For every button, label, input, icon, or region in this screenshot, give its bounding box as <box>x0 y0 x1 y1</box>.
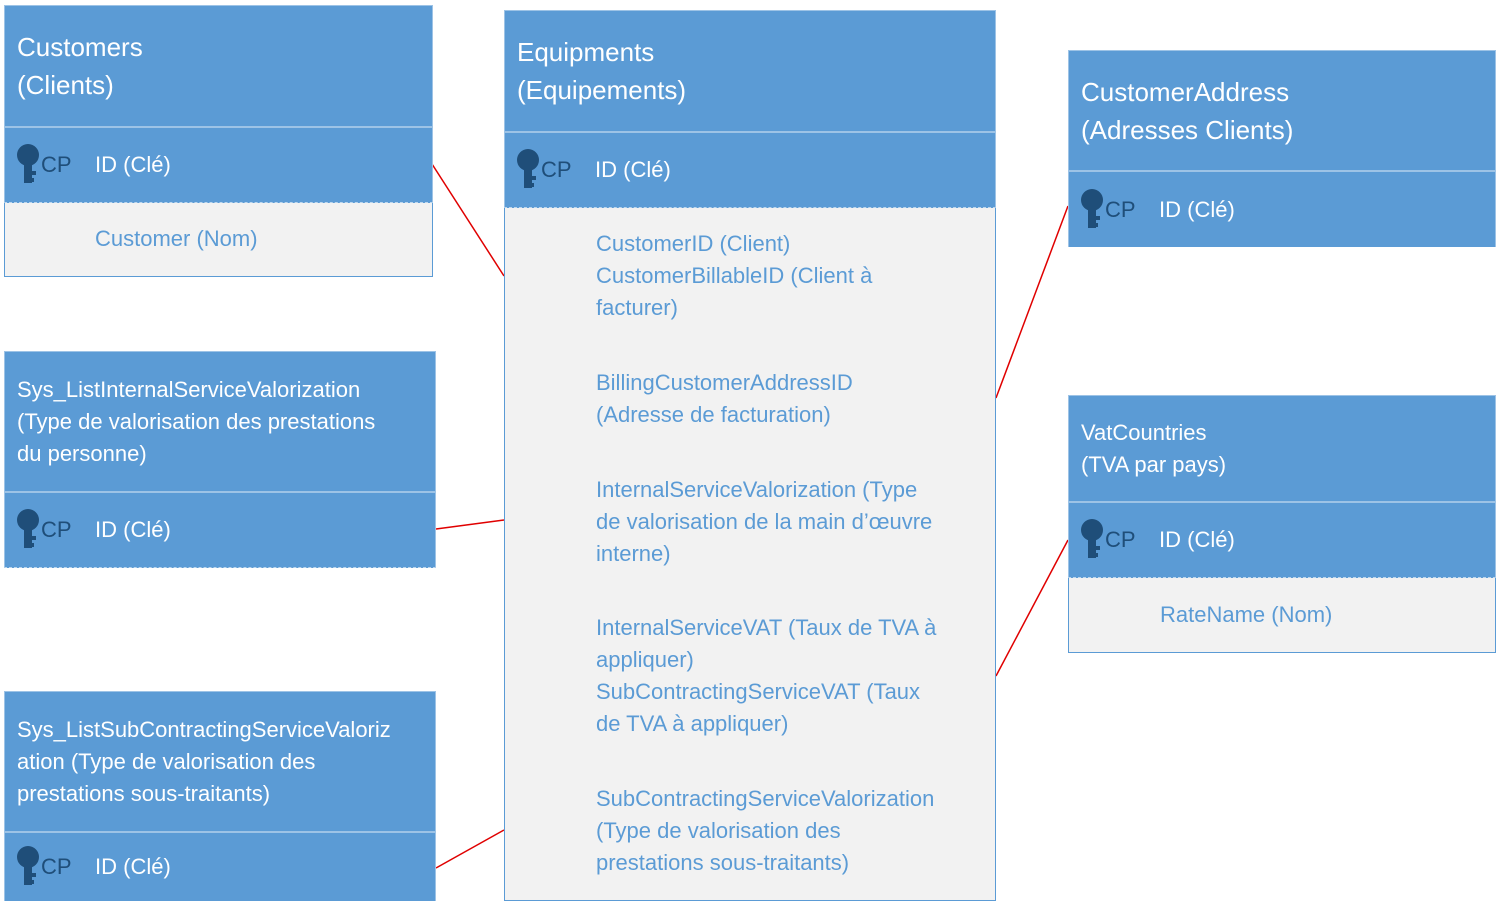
entity-fields: Customer (Nom) <box>4 203 433 277</box>
link-equipments-vatcountries <box>995 539 1069 677</box>
link-internal-valorization-equipments <box>435 519 505 530</box>
entity-subcontracting-valorization: Sys_ListSubContractingServiceValoriz ati… <box>4 691 436 901</box>
primary-key-row: CP ID (Clé) <box>1068 502 1496 578</box>
primary-key-label: ID (Clé) <box>95 152 171 177</box>
primary-key-label: ID (Clé) <box>595 157 671 182</box>
link-customers-equipments <box>431 163 505 277</box>
primary-key-label: ID (Clé) <box>1159 196 1235 222</box>
entity-customer-address: CustomerAddress (Adresses Clients) CP ID… <box>1068 50 1496 247</box>
field-vat-rates: InternalServiceVAT (Taux de TVA à appliq… <box>596 615 937 736</box>
entity-subtitle: (TVA par pays) <box>1081 451 1227 477</box>
primary-key-row: CP ID (Clé) <box>1068 171 1496 247</box>
primary-key-row: CP ID (Clé) <box>4 127 433 203</box>
entity-subtitle: (Equipements) <box>517 75 687 105</box>
primary-key-label: ID (Clé) <box>95 517 171 542</box>
link-subcontracting-valorization-equipments <box>435 829 505 869</box>
field-billing-address: BillingCustomerAddressID (Adresse de fac… <box>596 370 853 427</box>
field-subcontracting-valorization: SubContractingServiceValorization (Type … <box>596 786 935 875</box>
field-customer-name: Customer (Nom) <box>95 226 258 251</box>
primary-key-row: CP ID (Clé) <box>4 832 436 901</box>
key-icon <box>1081 188 1103 228</box>
entity-title: CustomerAddress <box>1081 76 1290 107</box>
primary-key-tag: CP <box>41 517 72 542</box>
field-internal-valorization: InternalServiceValorization (Type de val… <box>596 477 933 566</box>
entity-vat-countries: VatCountries (TVA par pays) CP ID (Clé) … <box>1068 395 1496 653</box>
entity-header: CustomerAddress (Adresses Clients) <box>1068 50 1496 171</box>
key-icon <box>17 144 39 183</box>
entity-subtitle: (Adresses Clients) <box>1081 114 1294 145</box>
primary-key-tag: CP <box>41 152 72 177</box>
primary-key-row: CP ID (Clé) <box>4 492 436 568</box>
primary-key-tag: CP <box>1105 527 1136 552</box>
key-icon <box>517 149 539 188</box>
entity-subtitle: prestations sous-traitants) <box>17 780 271 806</box>
entity-header: Sys_ListSubContractingServiceValoriz ati… <box>4 691 436 832</box>
field-customer-ids: CustomerID (Client) CustomerBillableID (… <box>596 231 873 320</box>
entity-subtitle: du personne) <box>17 440 147 466</box>
entity-subtitle: (Clients) <box>17 70 114 100</box>
entity-title: VatCountries <box>1081 419 1207 445</box>
entity-header: Customers (Clients) <box>4 5 433 127</box>
entity-title: Equipments <box>517 37 655 67</box>
primary-key-label: ID (Clé) <box>1159 527 1235 552</box>
entity-title: Sys_ListSubContractingServiceValoriz <box>17 716 391 742</box>
link-equipments-customeraddress <box>995 205 1069 399</box>
key-icon <box>1081 519 1103 558</box>
entity-fields: RateName (Nom) <box>1068 578 1496 653</box>
field-rate-name: RateName (Nom) <box>1160 602 1333 627</box>
entity-internal-valorization: Sys_ListInternalServiceValorization (Typ… <box>4 351 436 568</box>
primary-key-row: CP ID (Clé) <box>504 132 996 208</box>
key-icon <box>17 846 39 885</box>
entity-subtitle: (Type de valorisation des prestations <box>17 408 376 434</box>
entity-customers: Customers (Clients) CP ID (Clé) Customer… <box>4 5 433 277</box>
key-icon <box>17 509 39 548</box>
entity-header: VatCountries (TVA par pays) <box>1068 395 1496 502</box>
primary-key-tag: CP <box>41 854 72 879</box>
entity-equipments: Equipments (Equipements) CP ID (Clé) Cus… <box>504 10 996 901</box>
primary-key-label: ID (Clé) <box>95 854 171 879</box>
entity-fields: CustomerID (Client) CustomerBillableID (… <box>504 208 996 901</box>
entity-header: Equipments (Equipements) <box>504 10 996 132</box>
entity-header: Sys_ListInternalServiceValorization (Typ… <box>4 351 436 492</box>
entity-subtitle: ation (Type de valorisation des <box>17 748 316 774</box>
primary-key-tag: CP <box>1105 196 1136 222</box>
entity-title: Customers <box>17 32 143 62</box>
entity-title: Sys_ListInternalServiceValorization <box>17 376 361 402</box>
primary-key-tag: CP <box>541 157 572 182</box>
